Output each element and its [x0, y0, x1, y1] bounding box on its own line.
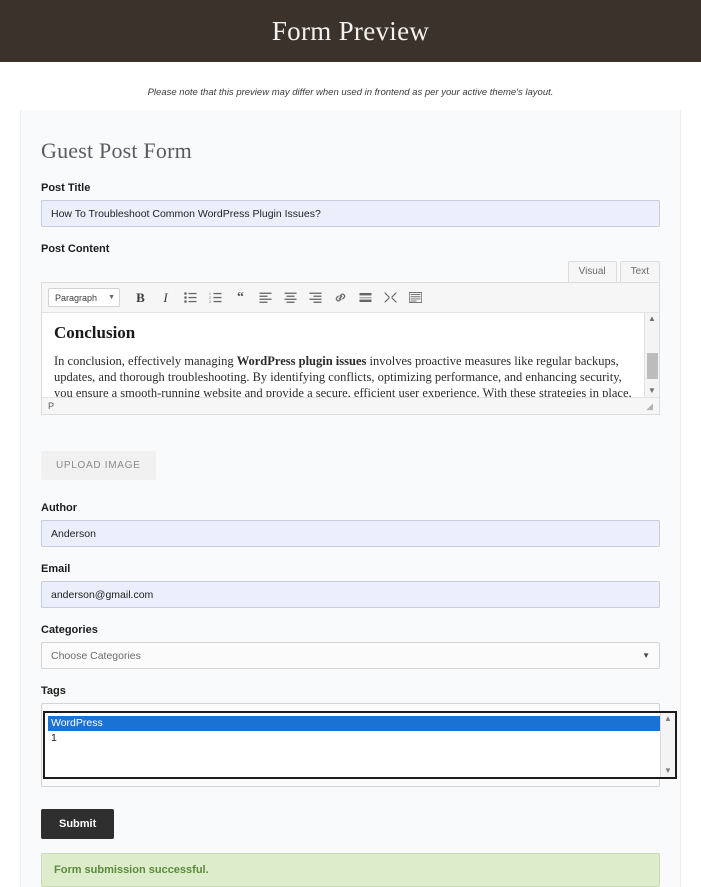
- italic-icon[interactable]: I: [156, 288, 175, 307]
- editor-status-bar: P ◢: [42, 397, 659, 414]
- tags-scrollbar[interactable]: ▲ ▼: [660, 713, 675, 777]
- form-panel: Guest Post Form Post Title Post Content …: [20, 110, 681, 887]
- tags-option-list: WordPress 1: [45, 713, 660, 777]
- numbered-list-icon[interactable]: 123: [206, 288, 225, 307]
- chevron-down-icon: ▼: [108, 294, 115, 301]
- categories-select[interactable]: Choose Categories ▼: [41, 642, 660, 669]
- field-categories: Categories Choose Categories ▼: [41, 624, 660, 669]
- page-header: Form Preview: [0, 0, 701, 62]
- post-content-label: Post Content: [41, 243, 110, 255]
- editor-paragraph: In conclusion, effectively managing Word…: [54, 353, 643, 397]
- format-select[interactable]: Paragraph ▼: [48, 288, 120, 307]
- scroll-down-icon[interactable]: ▼: [664, 767, 672, 775]
- email-input[interactable]: [41, 581, 660, 608]
- field-post-content: Post Content Visual Text Paragraph ▼ B I: [41, 243, 660, 415]
- upload-image-button[interactable]: UPLOAD IMAGE: [41, 451, 156, 480]
- editor-heading: Conclusion: [54, 323, 136, 342]
- tags-option-selected[interactable]: WordPress: [48, 716, 660, 731]
- post-title-label: Post Title: [41, 182, 91, 194]
- scroll-down-icon[interactable]: ▼: [648, 387, 656, 395]
- tags-option[interactable]: 1: [48, 731, 660, 746]
- email-label: Email: [41, 563, 71, 575]
- editor-toolbar: Paragraph ▼ B I 123 “: [42, 283, 659, 313]
- field-tags: Tags WordPress 1 ▲ ▼: [41, 685, 677, 787]
- author-label: Author: [41, 502, 78, 514]
- page-title: Form Preview: [271, 15, 430, 46]
- post-title-input[interactable]: [41, 200, 660, 227]
- success-message: Form submission successful.: [41, 853, 660, 887]
- scroll-up-icon[interactable]: ▲: [664, 715, 672, 723]
- distraction-free-icon[interactable]: [381, 288, 400, 307]
- tab-text[interactable]: Text: [619, 261, 660, 282]
- read-more-icon[interactable]: [356, 288, 375, 307]
- editor-box: Paragraph ▼ B I 123 “ Conclusion In conc…: [41, 282, 660, 415]
- categories-label: Categories: [41, 624, 98, 636]
- tab-visual[interactable]: Visual: [567, 261, 617, 282]
- tags-wrapper: WordPress 1 ▲ ▼: [41, 703, 677, 787]
- align-left-icon[interactable]: [256, 288, 275, 307]
- bold-icon[interactable]: B: [131, 288, 150, 307]
- tags-label: Tags: [41, 685, 66, 697]
- blockquote-icon[interactable]: “: [231, 288, 250, 307]
- scroll-up-icon[interactable]: ▲: [648, 315, 656, 323]
- toolbar-toggle-icon[interactable]: [406, 288, 425, 307]
- resize-handle-icon[interactable]: ◢: [646, 401, 653, 412]
- submit-button[interactable]: Submit: [41, 809, 115, 839]
- svg-text:3: 3: [209, 300, 211, 303]
- wp-editor: Visual Text Paragraph ▼ B I 123 “ Conclu…: [41, 261, 660, 415]
- scrollbar-thumb[interactable]: [647, 353, 658, 379]
- field-email: Email: [41, 563, 660, 608]
- form-heading: Guest Post Form: [41, 138, 192, 163]
- format-select-value: Paragraph: [55, 292, 98, 303]
- editor-element-path: P: [48, 401, 55, 411]
- align-center-icon[interactable]: [281, 288, 300, 307]
- tags-option-label: WordPress: [51, 717, 103, 729]
- editor-mode-tabs: Visual Text: [41, 261, 660, 282]
- chevron-down-icon: ▼: [642, 651, 650, 660]
- categories-placeholder: Choose Categories: [51, 649, 141, 662]
- tags-listbox[interactable]: WordPress 1 ▲ ▼: [43, 711, 677, 779]
- field-post-title: Post Title: [41, 182, 660, 227]
- bulleted-list-icon[interactable]: [181, 288, 200, 307]
- editor-paragraph-pre: In conclusion, effectively managing: [54, 354, 237, 368]
- author-input[interactable]: [41, 520, 660, 547]
- align-right-icon[interactable]: [306, 288, 325, 307]
- editor-scrollbar[interactable]: ▲ ▼: [644, 313, 659, 397]
- preview-notice: Please note that this preview may differ…: [147, 87, 554, 98]
- editor-content-area[interactable]: Conclusion In conclusion, effectively ma…: [42, 313, 659, 397]
- insert-link-icon[interactable]: [331, 288, 350, 307]
- field-author: Author: [41, 502, 660, 547]
- editor-paragraph-bold: WordPress plugin issues: [236, 354, 367, 368]
